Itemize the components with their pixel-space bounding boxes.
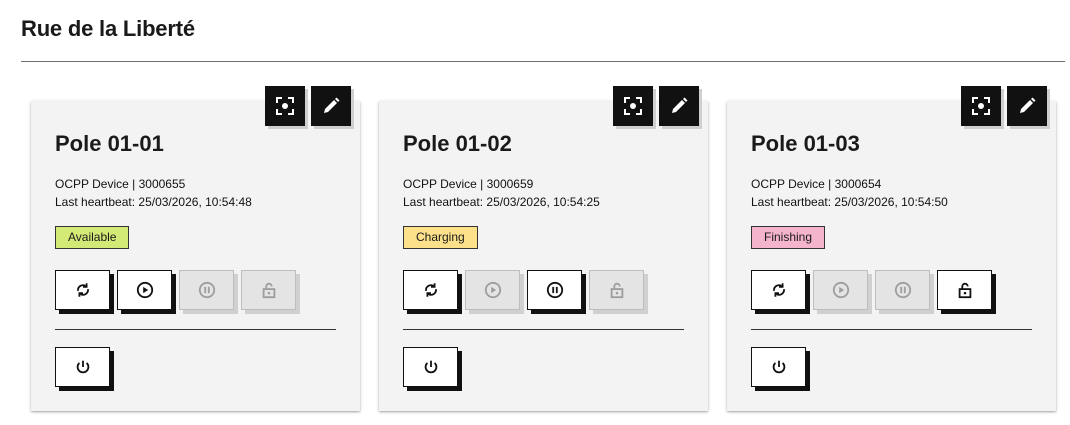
pole-name: Pole 01-03 [751, 131, 860, 156]
status-badge: Charging [403, 226, 478, 249]
reset-button[interactable] [751, 270, 806, 310]
page-title: Rue de la Liberté [21, 16, 195, 41]
start-button[interactable] [465, 270, 520, 310]
focus-frame-icon [972, 97, 990, 115]
device-info: OCPP Device | 3000654 [751, 177, 882, 191]
refresh-icon [76, 283, 89, 297]
refresh-icon [772, 283, 785, 297]
start-button[interactable] [813, 270, 868, 310]
unlock-button[interactable] [589, 270, 644, 310]
play-circle-icon [832, 281, 849, 299]
pencil-icon [1020, 97, 1036, 113]
device-info: OCPP Device | 3000659 [403, 177, 534, 191]
stop-button[interactable] [179, 270, 234, 310]
start-button[interactable] [117, 270, 172, 310]
last-heartbeat: Last heartbeat: 25/03/2026, 10:54:48 [55, 195, 252, 209]
focus-frame-icon [624, 97, 642, 115]
title-divider [21, 61, 1065, 62]
pole-card: Pole 01-03 OCPP Device | 3000654 Last he… [727, 86, 1056, 411]
play-circle-icon [484, 281, 501, 299]
power-button[interactable] [751, 347, 806, 387]
play-circle-icon [136, 281, 153, 299]
card-divider [403, 329, 684, 330]
stop-button[interactable] [875, 270, 930, 310]
reset-button[interactable] [403, 270, 458, 310]
unlock-button[interactable] [937, 270, 992, 310]
control-row [751, 270, 992, 310]
pause-circle-icon [546, 281, 563, 299]
refresh-icon [424, 283, 437, 297]
status-badge: Finishing [751, 226, 826, 249]
power-icon [772, 360, 785, 374]
focus-frame-icon [276, 97, 294, 115]
card-actions [265, 86, 351, 126]
card-divider [751, 329, 1032, 330]
power-button[interactable] [55, 347, 110, 387]
unlock-icon [610, 282, 623, 299]
unlock-icon [958, 282, 971, 299]
status-badge: Available [55, 226, 130, 249]
pole-name: Pole 01-01 [55, 131, 164, 156]
last-heartbeat: Last heartbeat: 25/03/2026, 10:54:50 [751, 195, 948, 209]
pole-card: Pole 01-02 OCPP Device | 3000659 Last he… [379, 86, 708, 411]
reset-button[interactable] [55, 270, 110, 310]
pause-circle-icon [198, 281, 215, 299]
pencil-icon [324, 97, 340, 113]
focus-button[interactable] [265, 86, 305, 126]
last-heartbeat: Last heartbeat: 25/03/2026, 10:54:25 [403, 195, 600, 209]
focus-button[interactable] [961, 86, 1001, 126]
edit-button[interactable] [1007, 86, 1047, 126]
focus-button[interactable] [613, 86, 653, 126]
power-icon [76, 360, 89, 374]
card-actions [961, 86, 1047, 126]
device-info: OCPP Device | 3000655 [55, 177, 186, 191]
unlock-icon [262, 282, 275, 299]
power-icon [424, 360, 437, 374]
edit-button[interactable] [311, 86, 351, 126]
unlock-button[interactable] [241, 270, 296, 310]
pole-name: Pole 01-02 [403, 131, 512, 156]
power-button[interactable] [403, 347, 458, 387]
pole-card: Pole 01-01 OCPP Device | 3000655 Last he… [31, 86, 360, 411]
control-row [55, 270, 296, 310]
control-row [403, 270, 644, 310]
stop-button[interactable] [527, 270, 582, 310]
card-actions [613, 86, 699, 126]
pause-circle-icon [894, 281, 911, 299]
pencil-icon [672, 97, 688, 113]
edit-button[interactable] [659, 86, 699, 126]
card-divider [55, 329, 336, 330]
